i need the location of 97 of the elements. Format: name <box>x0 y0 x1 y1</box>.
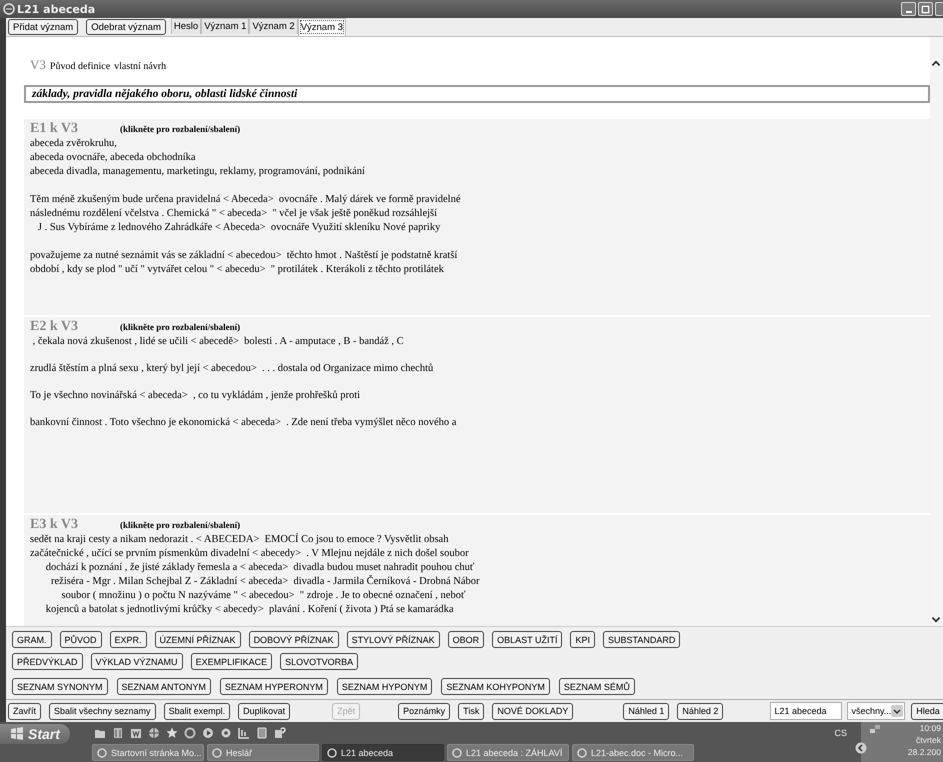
action-button[interactable]: Náhled 2 <box>677 702 724 720</box>
section-button[interactable]: EXEMPLIFIKACE <box>190 653 272 670</box>
example-line: soubor ( množinu ) o počtu N nazýváme " < abecedou> " zdroje . Je to obecné označení , neboť <box>60 589 466 603</box>
maximize-button[interactable] <box>918 2 933 16</box>
section-button[interactable]: KPI <box>570 631 595 648</box>
folder-icon[interactable] <box>94 727 106 739</box>
example-line: sedět na kraji cesty a nikam nedorazit . < ABECEDA> EMOCÍ Co jsou to emoce ? Vysvětlit obsah <box>30 533 450 547</box>
taskbar-button[interactable]: L21-abec.doc - Micro... <box>572 744 694 761</box>
section-button[interactable]: SEZNAM SÉMŮ <box>558 678 635 695</box>
taskbar-button[interactable]: L21 abeceda <box>322 744 444 761</box>
app-icon <box>97 748 107 758</box>
section-button[interactable]: EXPR. <box>110 631 147 648</box>
section-button[interactable]: PŮVOD <box>60 631 102 648</box>
toolbar-button[interactable]: Odebrat význam <box>86 19 166 35</box>
example-line: považujeme za nutné seznámit vás se základní < abecedou> těchto hmot . Naštěstí je podstatně kratší <box>30 249 458 263</box>
start-button[interactable]: Start <box>0 724 70 744</box>
example-line: dochází k poznání , že jisté základy řemesla a < abeceda> divadla budou muset nahradit pouhou chuť <box>44 561 476 575</box>
example-line: , čekala nová zkušenost , lidé se učili < abecedě> bolesti . A - amputace , B - bandáž , C <box>32 335 405 349</box>
example-line: abeceda ovocnáře, abeceda obchodníka <box>30 151 197 165</box>
clock-time: 10:09 <box>920 722 941 734</box>
example-line: následnému rozdělení včelstva . Chemická " < abeceda> " včel je však ještě poněkud rozsáhlejší <box>30 207 438 221</box>
example-line: období , kdy se plod " učí " vytvářet celou " < abecedu> " protilátek . Kterákoli z těchto protilátek <box>30 263 445 277</box>
action-button[interactable]: Poznámky <box>398 702 450 720</box>
origin-value: vlastní návrh <box>114 61 166 72</box>
tab[interactable]: Význam 1 <box>201 18 250 34</box>
section-button[interactable]: VÝKLAD VÝZNAMU <box>90 653 183 670</box>
expand-hint[interactable]: (klikněte pro rozbalení/sbalení) <box>120 322 240 332</box>
action-button[interactable]: Tisk <box>458 702 484 720</box>
section-button[interactable]: ÚZEMNÍ PŘÍZNAK <box>154 631 241 648</box>
maximize-icon <box>921 4 930 14</box>
section-button[interactable]: SEZNAM HYPONYM <box>336 678 432 695</box>
close-button[interactable] <box>935 2 943 16</box>
star-icon[interactable] <box>166 727 178 739</box>
document-icon[interactable] <box>112 727 124 739</box>
app-icon <box>212 748 222 758</box>
example-line: zrudlá štěstím a plná sexu , který byl její < abecedou> . . . dostala od Organizace mimo chechtů <box>30 362 434 376</box>
search-field[interactable]: L21 abeceda <box>770 702 842 720</box>
action-button[interactable]: Sbalit exempl. <box>164 702 230 720</box>
example-line: Těm méně zkušeným bude určena pravidelná < Abeceda> ovocnáře . Malý dárek ve formě pravidelné <box>30 193 462 207</box>
example-line: abeceda divadla, managementu, marketingu, reklamy, programování, podnikání <box>30 165 366 179</box>
tab[interactable]: Význam 2 <box>249 18 298 34</box>
example-line: kojenců a batolat s jednotlivými krůčky < abecedy> plavání . Koření ( života ) Ptá se kamarádka <box>44 603 455 617</box>
app-icon <box>327 748 337 758</box>
example-line: režiséra - Mgr . Milan Schejbal Z - Základní < abeceda> divadla - Jarmila Černíková - Drobná Nábor <box>50 575 480 589</box>
taskbar-button[interactable]: L21 abeceda : ZÁHLAVÍ <box>447 744 569 761</box>
tab[interactable]: Heslo <box>170 18 202 34</box>
expand-hint[interactable]: (klikněte pro rozbalení/sbalení) <box>120 520 240 530</box>
minimize-icon <box>906 11 912 13</box>
example-line: bankovní činnost . Toto všechno je ekonomická < abeceda> . Zde není třeba vymýšlet něco nového a <box>30 416 458 430</box>
meaning-code: V3 <box>30 57 46 73</box>
language-indicator[interactable]: CS <box>834 728 847 738</box>
example-line: J . Sus Vybíráme z lednového Zahrádkáře < Abeceda> ovocnáře Využití skleníku Nové papriky <box>36 221 442 235</box>
section-button[interactable]: SEZNAM HYPERONYM <box>220 678 328 695</box>
action-button[interactable]: Zavřít <box>8 702 42 720</box>
play-icon[interactable] <box>202 727 214 739</box>
section-button[interactable]: SEZNAM ANTONYM <box>116 678 211 695</box>
example-line: začátečnické , učící se prvním písmenkům divadelní < abecedy> . V Mlejnu nejdále z nich došel soubor <box>30 547 470 561</box>
example-line: To je všechno novinářská < abeceda> , co tu vykládám , jenže prohřešků proti <box>30 389 362 403</box>
toolbar-button[interactable]: Přidat význam <box>8 19 78 35</box>
expand-hint[interactable]: (klikněte pro rozbalení/sbalení) <box>120 124 240 134</box>
taskbar-button[interactable]: Heslář <box>207 744 319 761</box>
definition-field[interactable]: základy, pravidla nějakého oboru, oblasti lidské činnosti <box>24 85 930 103</box>
section-button[interactable]: SEZNAM KOHYPONYM <box>441 678 550 695</box>
chart-icon[interactable] <box>238 727 250 739</box>
app-icon <box>452 748 462 758</box>
app-icon <box>577 748 587 758</box>
section-button[interactable]: OBLAST UŽITÍ <box>492 631 562 648</box>
help-icon[interactable] <box>274 727 286 739</box>
chevron-icon[interactable] <box>855 742 867 754</box>
origin-label: Původ definice <box>50 61 110 72</box>
taskbar-button[interactable]: Startovní stránka Mo... <box>92 744 204 761</box>
section-button[interactable]: STYLOVÝ PŘÍZNAK <box>346 631 440 648</box>
section-button[interactable]: SEZNAM SYNONYM <box>12 678 108 695</box>
action-button[interactable]: Sbalit všechny seznamy <box>49 702 156 720</box>
scrollbar[interactable] <box>930 37 943 626</box>
filter-dropdown[interactable]: všechny... <box>847 702 906 720</box>
tab[interactable]: Význam 3 <box>298 18 346 36</box>
section-button[interactable]: SLOVOTVORBA <box>280 653 358 670</box>
network-icon[interactable] <box>869 724 881 736</box>
action-button[interactable]: NOVÉ DOKLADY <box>492 702 574 720</box>
document-icon[interactable] <box>130 727 142 739</box>
search-button[interactable]: Hleda <box>911 702 943 720</box>
section-button[interactable]: PŘEDVÝKLAD <box>12 653 83 670</box>
minimize-button[interactable] <box>901 2 916 16</box>
example-line: abeceda zvěrokruhu, <box>30 137 118 151</box>
section-button[interactable]: DOBOVÝ PŘÍZNAK <box>248 631 339 648</box>
window-title: L21 abeceda <box>17 2 96 16</box>
windows-logo-icon <box>10 727 24 741</box>
section-button[interactable]: OBOR <box>448 631 484 648</box>
app-icon <box>3 3 15 15</box>
notebook-icon[interactable] <box>256 727 268 739</box>
clock-date: 28.2.200 <box>908 746 941 758</box>
action-button[interactable]: Duplikovat <box>238 702 290 720</box>
section-button[interactable]: SUBSTANDARD <box>603 631 680 648</box>
section-button[interactable]: GRAM. <box>12 631 52 648</box>
clock-day: čtvrtek <box>916 734 941 746</box>
action-button[interactable]: Náhled 1 <box>623 702 670 720</box>
